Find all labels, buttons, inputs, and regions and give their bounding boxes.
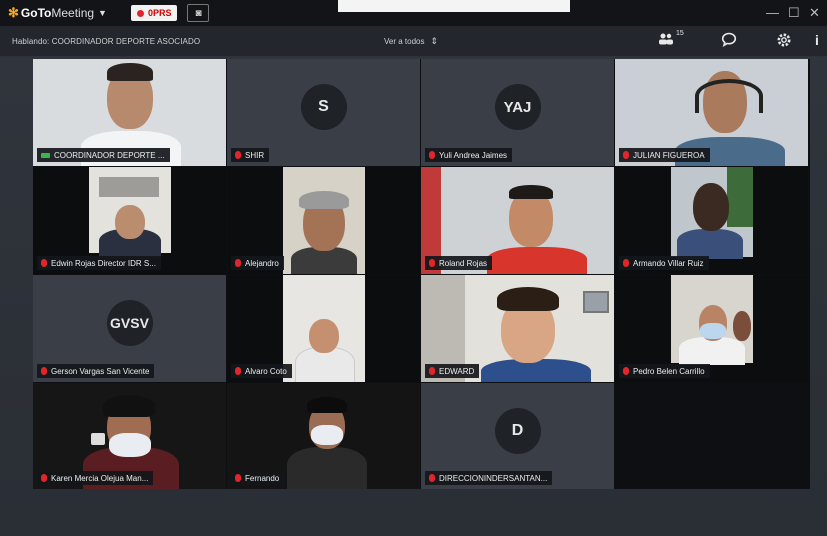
more-options-button[interactable]: i bbox=[815, 32, 819, 48]
microphone-muted-icon bbox=[235, 151, 241, 159]
gear-icon bbox=[777, 33, 791, 47]
info-icon: i bbox=[815, 32, 819, 48]
screenshot-button[interactable]: ◙ bbox=[187, 4, 210, 22]
microphone-muted-icon bbox=[623, 151, 629, 159]
microphone-muted-icon bbox=[429, 259, 435, 267]
participant-avatar: YAJ bbox=[494, 84, 541, 131]
participant-nametag: Gerson Vargas San Vicente bbox=[37, 364, 155, 378]
participant-avatar: GVSV bbox=[106, 300, 153, 347]
participant-name: Yuli Andrea Jaimes bbox=[439, 150, 508, 160]
microphone-muted-icon bbox=[235, 474, 241, 482]
view-all-dropdown[interactable]: Ver a todos ⇕ bbox=[384, 36, 438, 47]
video-tile[interactable]: Armando Villar Ruiz bbox=[615, 167, 808, 274]
people-icon bbox=[659, 33, 673, 45]
close-button[interactable]: ✕ bbox=[809, 5, 820, 21]
video-tile[interactable]: Edwin Rojas Director IDR S... bbox=[33, 167, 226, 274]
camera-icon: ◙ bbox=[195, 7, 202, 19]
chat-icon bbox=[721, 32, 737, 47]
participant-name: Karen Mercia Olejua Man... bbox=[51, 473, 149, 483]
participant-name: COORDINADOR DEPORTE ... bbox=[54, 150, 165, 160]
participant-nametag: Fernando bbox=[231, 471, 285, 485]
participant-avatar: S bbox=[300, 84, 347, 131]
app-menu[interactable]: ✻ GoTo Meeting ▼ bbox=[8, 5, 107, 21]
participant-name: Pedro Belen Carrillo bbox=[633, 366, 705, 376]
participant-nametag: JULIAN FIGUEROA bbox=[619, 148, 710, 162]
video-tile[interactable]: GVSV Gerson Vargas San Vicente bbox=[33, 275, 226, 382]
microphone-muted-icon bbox=[41, 259, 47, 267]
microphone-muted-icon bbox=[429, 151, 435, 159]
participant-nametag: Alvaro Coto bbox=[231, 364, 292, 378]
participant-nametag: DIRECCIONINDERSANTAN... bbox=[425, 471, 553, 485]
video-tile[interactable]: D DIRECCIONINDERSANTAN... bbox=[421, 383, 614, 489]
participant-nametag: COORDINADOR DEPORTE ... bbox=[37, 148, 170, 162]
video-tile[interactable]: Alejandro bbox=[227, 167, 420, 274]
microphone-muted-icon bbox=[41, 474, 47, 482]
app-name-suffix: Meeting bbox=[51, 6, 95, 20]
video-tile[interactable]: EDWARD bbox=[421, 275, 614, 382]
microphone-muted-icon bbox=[235, 259, 241, 267]
participant-nametag: Roland Rojas bbox=[425, 256, 493, 270]
microphone-muted-icon bbox=[429, 474, 435, 482]
maximize-button[interactable]: ☐ bbox=[788, 5, 800, 21]
participant-name: DIRECCIONINDERSANTAN... bbox=[439, 473, 548, 483]
video-tile[interactable]: COORDINADOR DEPORTE ... bbox=[33, 59, 226, 166]
participant-name: Fernando bbox=[245, 473, 280, 483]
participant-nametag: SHIR bbox=[231, 148, 270, 162]
microphone-muted-icon bbox=[623, 367, 629, 375]
video-tile[interactable]: Karen Mercia Olejua Man... bbox=[33, 383, 226, 489]
microphone-muted-icon bbox=[41, 367, 47, 375]
participant-name: Alvaro Coto bbox=[245, 366, 287, 376]
video-tile[interactable]: YAJ Yuli Andrea Jaimes bbox=[421, 59, 614, 166]
microphone-muted-icon bbox=[623, 259, 629, 267]
microphone-on-icon bbox=[41, 152, 50, 158]
updown-arrows-icon: ⇕ bbox=[430, 35, 439, 46]
speaking-indicator: Hablando: COORDINADOR DEPORTE ASOCIADO bbox=[12, 36, 201, 46]
participant-avatar: D bbox=[494, 407, 541, 454]
participant-name: Roland Rojas bbox=[439, 258, 488, 268]
recording-button[interactable]: 0PRS bbox=[130, 5, 178, 21]
attendee-count: 15 bbox=[676, 30, 684, 37]
video-tile[interactable]: Alvaro Coto bbox=[227, 275, 420, 382]
goto-logo-icon: ✻ bbox=[8, 5, 19, 20]
video-tile[interactable]: Fernando bbox=[227, 383, 420, 489]
participant-nametag: EDWARD bbox=[425, 364, 480, 378]
participant-name: Gerson Vargas San Vicente bbox=[51, 366, 150, 376]
chevron-down-icon: ▼ bbox=[98, 8, 107, 18]
chat-button[interactable] bbox=[721, 32, 737, 51]
microphone-muted-icon bbox=[429, 367, 435, 375]
participant-name: EDWARD bbox=[439, 366, 475, 376]
participant-nametag: Alejandro bbox=[231, 256, 284, 270]
participant-nametag: Karen Mercia Olejua Man... bbox=[37, 471, 154, 485]
participant-nametag: Yuli Andrea Jaimes bbox=[425, 148, 513, 162]
video-tile[interactable]: Pedro Belen Carrillo bbox=[615, 275, 808, 382]
participant-nametag: Edwin Rojas Director IDR S... bbox=[37, 256, 161, 270]
participant-name: Armando Villar Ruiz bbox=[633, 258, 704, 268]
title-bar: ✻ GoTo Meeting ▼ 0PRS ◙ — ☐ ✕ bbox=[0, 0, 827, 26]
view-all-label: Ver a todos bbox=[384, 36, 425, 46]
title-banner bbox=[338, 0, 570, 12]
recording-label: 0PRS bbox=[147, 8, 172, 18]
microphone-muted-icon bbox=[235, 367, 241, 375]
participant-name: JULIAN FIGUEROA bbox=[633, 150, 705, 160]
minimize-button[interactable]: — bbox=[766, 5, 779, 20]
app-name: GoTo bbox=[20, 6, 52, 20]
participant-nametag: Pedro Belen Carrillo bbox=[619, 364, 710, 378]
attendees-button[interactable] bbox=[658, 32, 674, 50]
participant-name: Alejandro bbox=[245, 258, 279, 268]
video-tile[interactable]: S SHIR bbox=[227, 59, 420, 166]
participant-name: Edwin Rojas Director IDR S... bbox=[51, 258, 156, 268]
video-tile[interactable]: Roland Rojas bbox=[421, 167, 614, 274]
video-tile[interactable]: JULIAN FIGUEROA bbox=[615, 59, 808, 166]
settings-button[interactable] bbox=[776, 32, 792, 52]
participant-name: SHIR bbox=[245, 150, 265, 160]
meeting-toolbar: Hablando: COORDINADOR DEPORTE ASOCIADO V… bbox=[0, 26, 827, 57]
record-dot-icon bbox=[136, 9, 144, 17]
participant-nametag: Armando Villar Ruiz bbox=[619, 256, 709, 270]
